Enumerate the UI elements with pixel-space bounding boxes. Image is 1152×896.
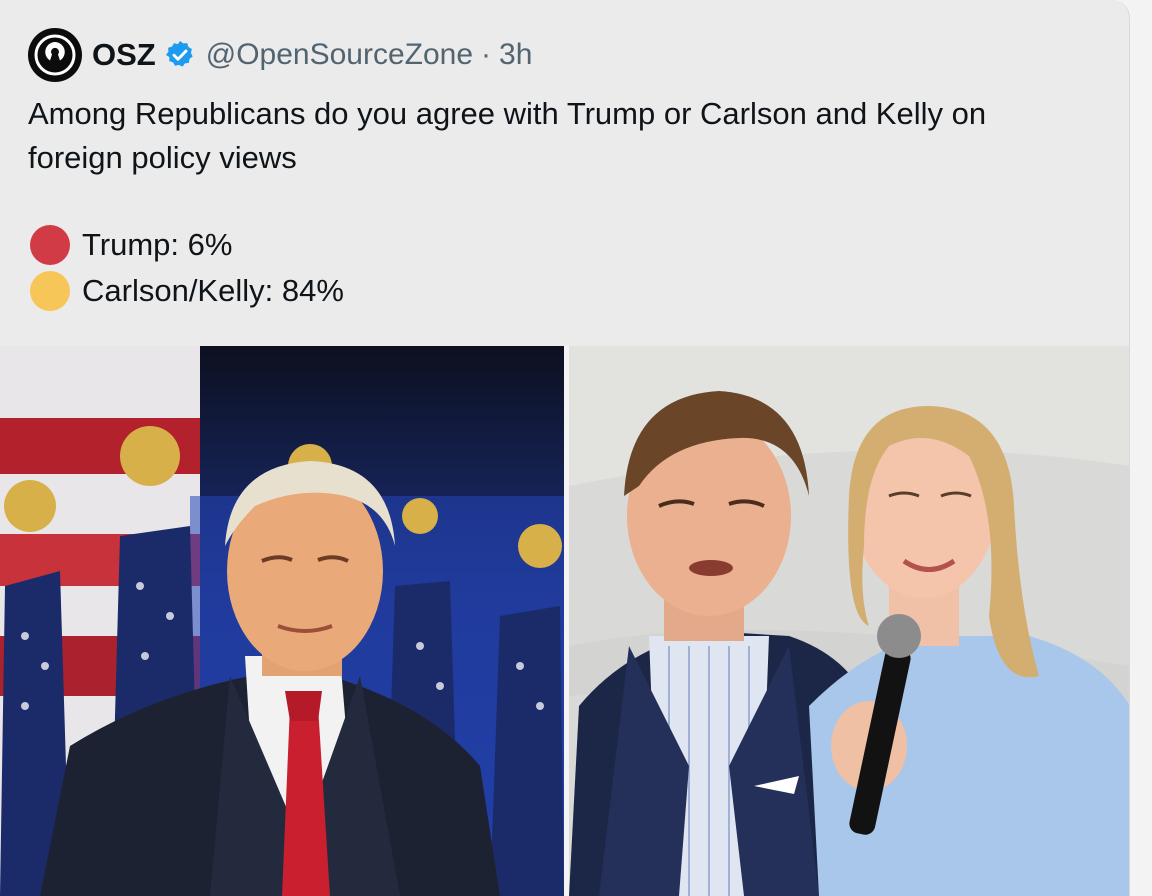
avatar[interactable]	[28, 28, 82, 82]
photo-right[interactable]	[569, 346, 1129, 896]
tweet-text: Among Republicans do you agree with Trum…	[28, 96, 987, 175]
red-circle-icon	[30, 225, 70, 265]
verified-badge-icon	[165, 41, 193, 67]
photo-left[interactable]	[0, 346, 564, 896]
poll-option-label: Carlson/Kelly: 84%	[82, 273, 344, 308]
author-handle[interactable]: @OpenSourceZone	[206, 38, 473, 72]
open-source-logo-icon	[34, 34, 76, 76]
poll-results: Trump: 6% Carlson/Kelly: 84%	[28, 222, 344, 314]
timestamp[interactable]: 3h	[499, 38, 532, 72]
tweet-header: OSZ @OpenSourceZone · 3h	[28, 28, 532, 82]
poll-option-carlson-kelly: Carlson/Kelly: 84%	[28, 268, 344, 314]
tweet-media[interactable]	[0, 346, 1129, 896]
author-name[interactable]: OSZ	[92, 37, 156, 73]
poll-option-trump: Trump: 6%	[28, 222, 344, 268]
photo-right-illustration	[569, 346, 1129, 896]
tweet-card[interactable]: OSZ @OpenSourceZone · 3h Among Republica…	[0, 0, 1130, 896]
separator-dot: ·	[481, 38, 492, 71]
yellow-circle-icon	[30, 271, 70, 311]
photo-left-illustration	[0, 346, 564, 896]
poll-option-label: Trump: 6%	[82, 227, 233, 262]
